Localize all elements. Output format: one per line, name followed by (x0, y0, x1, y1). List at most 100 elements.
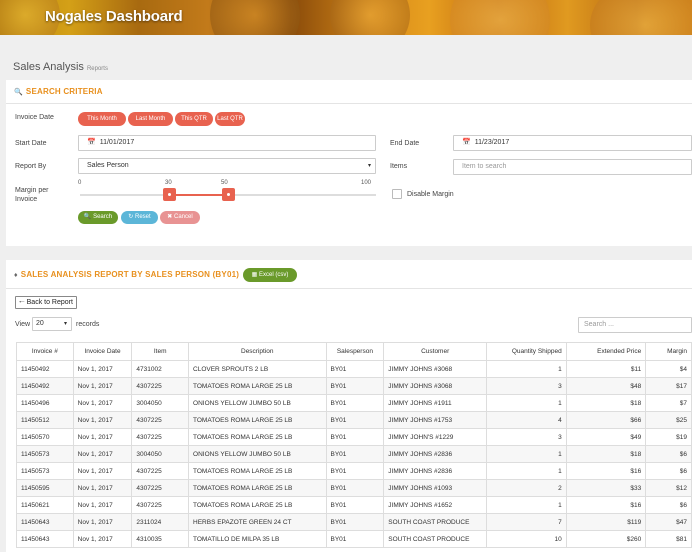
cell-customer: JIMMY JOHNS #2836 (383, 445, 488, 463)
search-button[interactable]: 🔍 Search (78, 211, 118, 224)
cell-customer: JIMMY JOHNS #1652 (383, 496, 488, 514)
preset-this-month-button[interactable]: This Month (78, 112, 126, 126)
items-placeholder: Item to search (462, 163, 507, 170)
preset-last-qtr-button[interactable]: Last QTR (215, 112, 245, 126)
tag-icon: ♦ (14, 272, 18, 279)
cell-margin: $81 (645, 530, 692, 548)
page-size-select[interactable]: 20 ▾ (32, 317, 72, 331)
table-row[interactable]: 11450512 Nov 1, 2017 4307225 TOMATOES ROMA … (16, 411, 692, 429)
table-row[interactable]: 11450570 Nov 1, 2017 4307225 TOMATOES ROMA … (16, 428, 692, 446)
report-by-select[interactable]: Sales Person ▾ (78, 158, 376, 174)
column-header-item[interactable]: Item (131, 342, 190, 361)
items-label: Items (390, 163, 408, 170)
table-row[interactable]: 11450492 Nov 1, 2017 4307225 TOMATOES ROMA … (16, 377, 692, 395)
cell-customer: JIMMY JOHNS #3068 (383, 360, 488, 378)
cell-item: 3004050 (131, 394, 190, 412)
cell-item: 4307225 (131, 428, 190, 446)
cell-description: TOMATOES ROMA LARGE 25 LB (188, 428, 327, 446)
cell-quantity-shipped: 1 (486, 394, 567, 412)
back-to-report-button[interactable]: 🠀 Back to Report (15, 296, 77, 309)
table-row[interactable]: 11450643 Nov 1, 2017 2311024 HERBS EPAZOTE … (16, 513, 692, 531)
table-body: 11450492 Nov 1, 2017 4731002 CLOVER SPROUTS… (16, 360, 692, 548)
cell-margin: $19 (645, 428, 692, 446)
table-row[interactable]: 11450621 Nov 1, 2017 4307225 TOMATOES ROMA … (16, 496, 692, 514)
cell-item: 2311024 (131, 513, 190, 531)
cell-extended-price: $16 (565, 496, 647, 514)
cell-invoice-date: Nov 1, 2017 (72, 377, 133, 395)
column-header-invoice-number[interactable]: Invoice # (16, 342, 74, 361)
column-header-extended-price[interactable]: Extended Price (565, 342, 647, 361)
cell-salesperson: BY01 (325, 462, 385, 480)
table-row[interactable]: 11450573 Nov 1, 2017 3004050 ONIONS YELLOW … (16, 445, 692, 463)
cancel-button-label: Cancel (174, 214, 193, 220)
cell-customer: SOUTH COAST PRODUCE (383, 530, 488, 548)
cell-quantity-shipped: 3 (486, 428, 567, 446)
cell-description: ONIONS YELLOW JUMBO 50 LB (188, 394, 327, 412)
cell-item: 4731002 (131, 360, 190, 378)
column-header-label: Invoice Date (84, 348, 121, 355)
cell-invoice-date: Nov 1, 2017 (72, 445, 133, 463)
caret-down-icon: ▾ (367, 163, 371, 169)
cell-margin: $6 (645, 496, 692, 514)
cell-margin: $7 (645, 394, 692, 412)
table-row[interactable]: 11450492 Nov 1, 2017 4731002 CLOVER SPROUTS… (16, 360, 692, 378)
cell-customer: SOUTH COAST PRODUCE (383, 513, 488, 531)
cell-description: TOMATILLO DE MILPA 35 LB (188, 530, 327, 548)
slider-high-label: 50 (221, 180, 228, 186)
cell-quantity-shipped: 3 (486, 377, 567, 395)
search-criteria-title: 🔍 Search Criteria (14, 87, 103, 96)
cell-customer: JIMMY JOHNS #1911 (383, 394, 488, 412)
items-search-input[interactable]: Item to search (453, 159, 692, 175)
table-row[interactable]: 11450573 Nov 1, 2017 4307225 TOMATOES ROMA … (16, 462, 692, 480)
table-search-input[interactable]: Search ... (578, 317, 692, 333)
column-header-margin[interactable]: Margin (645, 342, 692, 361)
margin-slider-low-handle[interactable] (162, 188, 176, 201)
reset-button[interactable]: ↻ Reset (121, 211, 158, 224)
start-date-value: 11/01/2017 (99, 139, 135, 146)
slider-min-label: 0 (78, 180, 82, 186)
cell-invoice-number: 11450573 (16, 462, 74, 480)
cell-salesperson: BY01 (325, 496, 385, 514)
cell-invoice-date: Nov 1, 2017 (72, 411, 133, 429)
margin-label: Margin per Invoice (15, 187, 49, 203)
column-header-label: Quantity Shipped (511, 348, 562, 355)
cell-invoice-number: 11450570 (16, 428, 74, 446)
column-header-customer[interactable]: Customer (383, 342, 488, 361)
cancel-button[interactable]: ✖ Cancel (160, 211, 200, 224)
header-banner: Nogales Dashboard (0, 0, 692, 35)
column-header-description[interactable]: Description (188, 342, 327, 361)
preset-last-month-button[interactable]: Last Month (128, 112, 173, 126)
cell-invoice-number: 11450643 (16, 530, 74, 548)
cell-quantity-shipped: 1 (486, 496, 567, 514)
start-date-label: Start Date (15, 140, 47, 147)
preset-this-qtr-button[interactable]: This QTR (175, 112, 213, 126)
cell-extended-price: $18 (565, 445, 647, 463)
cell-extended-price: $48 (565, 377, 647, 395)
column-header-invoice-date[interactable]: Invoice Date (72, 342, 133, 361)
cell-customer: JIMMY JOHNS #3068 (383, 377, 488, 395)
caret-down-icon: ▾ (63, 321, 67, 327)
cell-invoice-number: 11450492 (16, 360, 74, 378)
close-icon: ✖ (167, 214, 173, 220)
table-row[interactable]: 11450496 Nov 1, 2017 3004050 ONIONS YELLOW … (16, 394, 692, 412)
cell-customer: JIMMY JOHNS #1753 (383, 411, 488, 429)
start-date-input[interactable]: 📅 11/01/2017 (78, 135, 376, 151)
column-header-salesperson[interactable]: Salesperson (325, 342, 385, 361)
column-header-quantity-shipped[interactable]: Quantity Shipped (486, 342, 567, 361)
cell-invoice-date: Nov 1, 2017 (72, 394, 133, 412)
table-row[interactable]: 11450595 Nov 1, 2017 4307225 TOMATOES ROMA … (16, 479, 692, 497)
margin-slider-high-handle[interactable] (222, 188, 235, 201)
end-date-input[interactable]: 📅 11/23/2017 (453, 135, 692, 151)
search-criteria-panel: 🔍 Search Criteria Invoice Date This Month… (6, 80, 692, 246)
cell-extended-price: $16 (565, 462, 647, 480)
cell-invoice-date: Nov 1, 2017 (72, 462, 133, 480)
page-title: Sales Analysis Reports (13, 61, 108, 73)
table-row[interactable]: 11450643 Nov 1, 2017 4310035 TOMATILLO DE M… (16, 530, 692, 548)
disable-margin-checkbox[interactable] (392, 189, 402, 199)
cell-salesperson: BY01 (325, 530, 385, 548)
cell-salesperson: BY01 (325, 479, 385, 497)
cell-description: TOMATOES ROMA LARGE 25 LB (188, 496, 327, 514)
excel-export-button[interactable]: ▦ Excel (csv) (243, 268, 297, 282)
cell-description: ONIONS YELLOW JUMBO 50 LB (188, 445, 327, 463)
cell-item: 4307225 (131, 479, 190, 497)
